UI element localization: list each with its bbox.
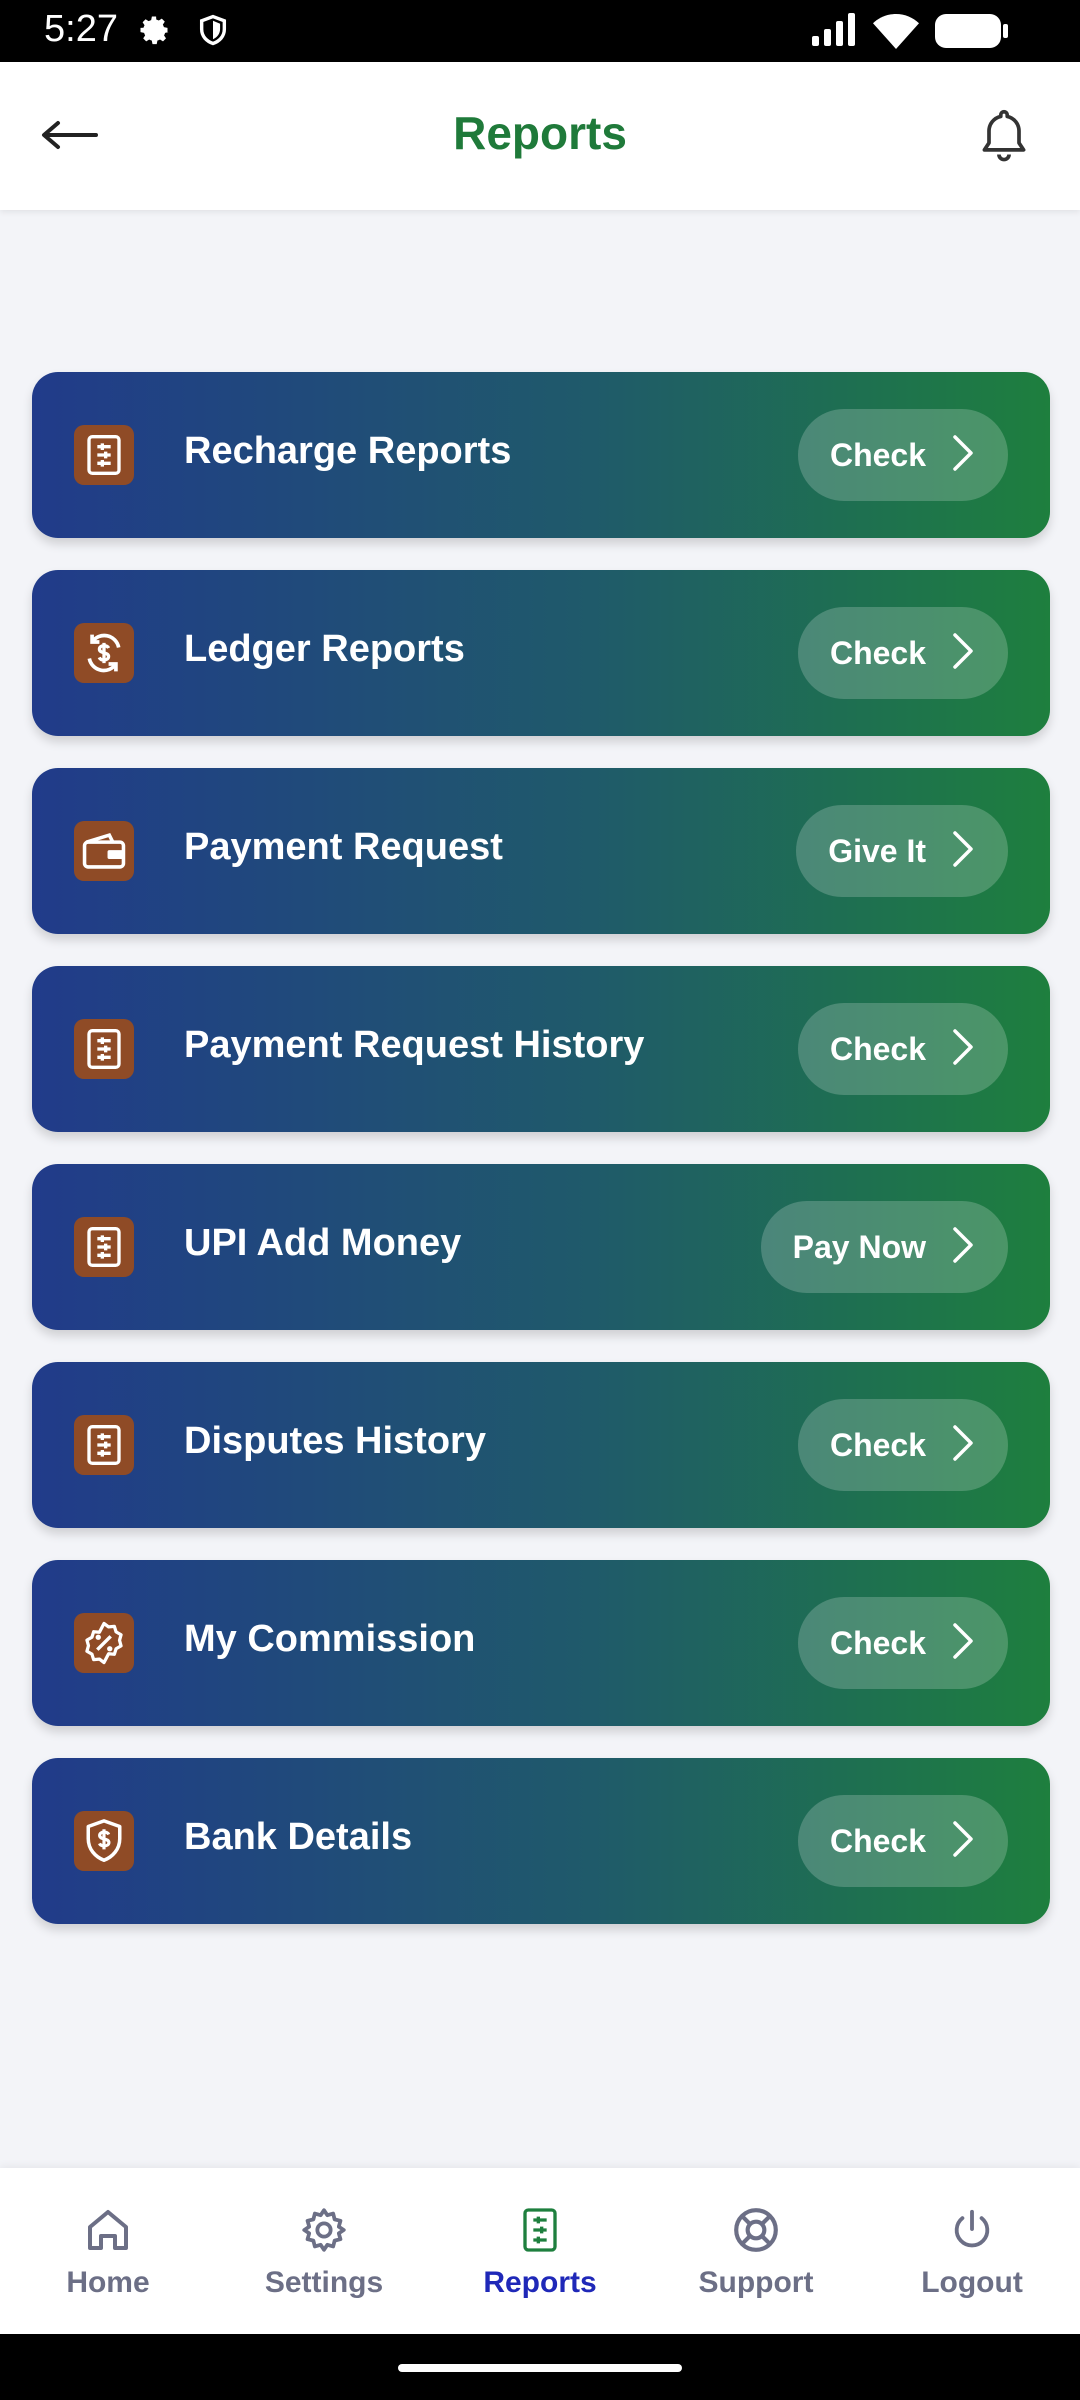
card-label: Recharge Reports bbox=[184, 430, 512, 472]
bottom-nav: Home Settings Reports Support Logout bbox=[0, 2168, 1080, 2334]
gesture-area bbox=[0, 2334, 1080, 2400]
check-button[interactable]: Check bbox=[797, 1795, 1008, 1887]
check-button[interactable]: Check bbox=[797, 1003, 1008, 1095]
percent-badge-icon bbox=[74, 1613, 134, 1673]
report-doc-icon bbox=[74, 1217, 134, 1277]
action-label: Check bbox=[829, 1426, 926, 1463]
nav-label: Support bbox=[698, 2266, 814, 2299]
status-time: 5:27 bbox=[44, 8, 118, 50]
nav-item-settings[interactable]: Settings bbox=[216, 2168, 432, 2334]
action-label: Check bbox=[829, 1822, 926, 1859]
report-card-ledger-reports[interactable]: Ledger Reports Check bbox=[32, 570, 1050, 736]
report-card-disputes-history[interactable]: Disputes History Check bbox=[32, 1362, 1050, 1528]
report-card-bank-details[interactable]: Bank Details Check bbox=[32, 1758, 1050, 1924]
app-header: Reports bbox=[0, 62, 1080, 210]
home-gesture-handle[interactable] bbox=[398, 2364, 682, 2372]
lifebuoy-icon bbox=[731, 2202, 781, 2258]
home-icon bbox=[84, 2202, 132, 2258]
settings-status-icon bbox=[136, 12, 172, 53]
nav-item-logout[interactable]: Logout bbox=[864, 2168, 1080, 2334]
card-label: Ledger Reports bbox=[184, 628, 465, 670]
card-label: Payment Request bbox=[184, 826, 503, 868]
chevron-right-icon bbox=[952, 830, 974, 873]
dollar-shield-icon bbox=[74, 1811, 134, 1871]
report-doc-icon bbox=[74, 425, 134, 485]
page-title: Reports bbox=[453, 107, 627, 159]
report-card-upi-add-money[interactable]: UPI Add Money Pay Now bbox=[32, 1164, 1050, 1330]
shield-status-icon bbox=[196, 12, 230, 53]
nav-item-reports[interactable]: Reports bbox=[432, 2168, 648, 2334]
action-label: Check bbox=[829, 1624, 926, 1661]
action-label: Give It bbox=[828, 832, 926, 869]
give-it-button[interactable]: Give It bbox=[796, 805, 1008, 897]
report-card-recharge-reports[interactable]: Recharge Reports Check bbox=[32, 372, 1050, 538]
gear-icon bbox=[299, 2202, 349, 2258]
card-label: Payment Request History bbox=[184, 1024, 645, 1066]
action-label: Check bbox=[829, 436, 926, 473]
power-icon bbox=[949, 2202, 995, 2258]
signal-icon bbox=[810, 12, 860, 53]
nav-label: Settings bbox=[264, 2266, 384, 2299]
dollar-cycle-icon bbox=[74, 623, 134, 683]
report-doc-icon bbox=[520, 2202, 560, 2258]
action-label: Check bbox=[829, 1030, 926, 1067]
notifications-button[interactable] bbox=[964, 98, 1044, 178]
nav-label: Home bbox=[66, 2266, 150, 2299]
status-bar: 5:27 bbox=[0, 0, 1080, 62]
report-doc-icon bbox=[74, 1415, 134, 1475]
card-label: Disputes History bbox=[184, 1420, 486, 1462]
nav-label: Logout bbox=[921, 2266, 1023, 2299]
chevron-right-icon bbox=[952, 1820, 974, 1863]
card-label: My Commission bbox=[184, 1618, 476, 1660]
pay-now-button[interactable]: Pay Now bbox=[760, 1201, 1008, 1293]
chevron-right-icon bbox=[952, 1226, 974, 1269]
nav-item-support[interactable]: Support bbox=[648, 2168, 864, 2334]
action-label: Pay Now bbox=[792, 1228, 926, 1265]
report-doc-icon bbox=[74, 1019, 134, 1079]
chevron-right-icon bbox=[952, 632, 974, 675]
check-button[interactable]: Check bbox=[797, 1597, 1008, 1689]
card-label: Bank Details bbox=[184, 1816, 413, 1858]
report-card-payment-request-history[interactable]: Payment Request History Check bbox=[32, 966, 1050, 1132]
chevron-right-icon bbox=[952, 1424, 974, 1467]
nav-label: Reports bbox=[483, 2266, 597, 2299]
chevron-right-icon bbox=[952, 1028, 974, 1071]
check-button[interactable]: Check bbox=[797, 607, 1008, 699]
card-label: UPI Add Money bbox=[184, 1222, 462, 1264]
report-list: Recharge Reports Check Ledger Reports Ch… bbox=[32, 372, 1050, 1956]
nav-item-home[interactable]: Home bbox=[0, 2168, 216, 2334]
bell-icon bbox=[976, 106, 1032, 171]
chevron-right-icon bbox=[952, 1622, 974, 1665]
action-label: Check bbox=[829, 634, 926, 671]
battery-icon bbox=[934, 12, 1010, 55]
check-button[interactable]: Check bbox=[797, 1399, 1008, 1491]
wifi-icon bbox=[872, 10, 920, 55]
chevron-right-icon bbox=[952, 434, 974, 477]
check-button[interactable]: Check bbox=[797, 409, 1008, 501]
report-card-my-commission[interactable]: My Commission Check bbox=[32, 1560, 1050, 1726]
wallet-icon bbox=[74, 821, 134, 881]
report-card-payment-request[interactable]: Payment Request Give It bbox=[32, 768, 1050, 934]
